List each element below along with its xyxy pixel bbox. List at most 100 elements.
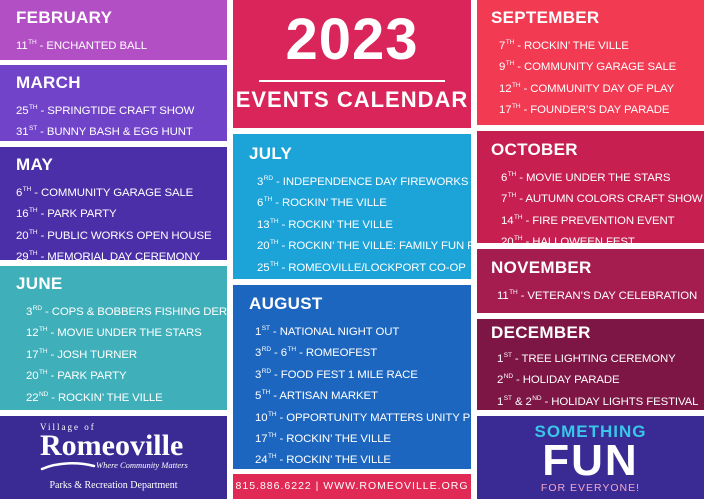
event-day: 17	[255, 433, 268, 446]
month-panel-june: JUNE 3RD - COPS & BOBBERS FISHING DERBY 1…	[0, 266, 227, 410]
event-day: 12	[26, 327, 39, 340]
event-name: ROCKIN’ THE VILLE	[288, 218, 393, 231]
event-item: 3RD - COPS & BOBBERS FISHING DERBY	[26, 300, 227, 321]
month-panel-may: MAY 6TH - COMMUNITY GARAGE SALE 16TH - PA…	[0, 147, 227, 260]
month-title: MARCH	[16, 73, 81, 92]
event-item: 29TH - ROCKIN’ THE VILLE: PRIDE	[26, 407, 227, 410]
event-day-suffix: TH	[38, 347, 48, 355]
contact-info: 815.886.6222 | WWW.ROMEOVILLE.ORG	[235, 480, 469, 492]
event-item: 20TH - PARK PARTY	[26, 369, 127, 383]
event-day-suffix: TH	[28, 104, 38, 111]
event-day: 12	[499, 82, 512, 95]
event-name: JOSH TURNER	[57, 348, 137, 361]
month-panel-february: FEBRUARY 11TH - ENCHANTED BALL	[0, 0, 227, 60]
event-name: HOLIDAY LIGHTS FESTIVAL	[551, 395, 699, 408]
logo-tagline: Where Community Matters	[96, 460, 188, 470]
event-day: 5	[255, 390, 262, 403]
event-name: ROCKIN’ THE VILLE	[286, 454, 391, 467]
event-list: 7TH - ROCKIN’ THE VILLE 9TH - COMMUNITY G…	[491, 34, 704, 125]
event-day: 17	[26, 348, 39, 361]
event-name: NATIONAL NIGHT OUT	[279, 326, 400, 338]
event-day: 1	[255, 326, 262, 338]
event-item: 22ND - HISPANIC HERITAGE CELEBRATION	[499, 120, 704, 126]
event-item: 25TH - ROMEOVILLE/LOCKPORT CO-OP	[257, 260, 466, 274]
event-item: 11TH - ENCHANTED BALL	[16, 39, 147, 52]
title-panel: 2023 EVENTS CALENDAR	[233, 0, 471, 128]
event-name: MOVIE UNDER THE STARS	[57, 327, 202, 340]
event-item: 20TH - HALLOWEEN FEST	[501, 230, 704, 243]
event-day-suffix: RD	[261, 346, 271, 354]
event-name: SPRINGTIDE CRAFT SHOW	[47, 105, 195, 117]
event-item: 9TH - COMMUNITY GARAGE SALE	[499, 60, 677, 74]
calendar-year: 2023	[285, 7, 419, 72]
event-name: MOVIE UNDER THE STARS	[526, 172, 671, 184]
event-day: 20	[26, 370, 39, 383]
event-day-suffix: TH	[511, 103, 521, 111]
event-item: 6TH - COMMUNITY GARAGE SALE	[16, 186, 194, 199]
event-item: 3RD - INDEPENDENCE DAY FIREWORKS	[257, 175, 469, 188]
event-day-end-suffix: TH	[287, 346, 297, 354]
event-name: COMMUNITY GARAGE SALE	[41, 187, 194, 199]
logo-name: Romeoville	[40, 429, 184, 462]
event-day: 1	[497, 395, 504, 408]
event-day-end: 6	[280, 347, 288, 360]
event-name: ROCKIN’ THE VILLE	[524, 40, 629, 52]
event-day-suffix: TH	[28, 207, 38, 215]
event-day: 22	[26, 391, 39, 404]
event-list: 25TH - SPRINGTIDE CRAFT SHOW 31ST - BUNNY…	[16, 99, 227, 141]
event-name: FOOD FEST 1 MILE RACE	[280, 368, 418, 381]
contact-bar: 815.886.6222 | WWW.ROMEOVILLE.ORG	[233, 474, 471, 499]
event-day-suffix: TH	[263, 196, 273, 204]
event-name: ARTISAN MARKET	[279, 390, 378, 403]
event-item: 7TH - ROCKIN’ THE VILLE	[499, 39, 629, 52]
event-list: 3RD - COPS & BOBBERS FISHING DERBY 12TH -…	[16, 300, 227, 410]
event-day: 6	[16, 187, 23, 199]
event-item: 12TH - MOVIE UNDER THE STARS	[26, 326, 202, 340]
event-item: 6TH - MOVIE UNDER THE STARS	[501, 171, 671, 184]
event-day: 7	[499, 40, 506, 52]
event-item: 1ST - TREE LIGHTING CEREMONY	[497, 352, 676, 365]
month-panel-august: AUGUST 1ST - NATIONAL NIGHT OUT 3RD - 6TH…	[233, 285, 471, 469]
event-item: 17TH - FOUNDER’S DAY PARADE	[499, 103, 670, 117]
event-day: 9	[499, 61, 506, 74]
event-name: HOLIDAY PARADE	[522, 374, 620, 387]
event-item: 13TH - ROCKIN’ THE VILLE	[257, 217, 393, 231]
event-day: 6	[501, 172, 508, 184]
event-day-suffix: TH	[267, 453, 277, 461]
month-panel-september: SEPTEMBER 7TH - ROCKIN’ THE VILLE 9TH - C…	[477, 0, 704, 125]
event-day-suffix: TH	[28, 250, 38, 258]
month-title: DECEMBER	[491, 323, 591, 342]
event-day-suffix: TH	[261, 389, 271, 397]
event-day: 13	[257, 218, 270, 231]
event-item: 6TH - ROCKIN’ THE VILLE	[257, 196, 387, 210]
event-day: 17	[499, 104, 512, 117]
event-day: 20	[501, 236, 514, 243]
event-item: 20TH - PUBLIC WORKS OPEN HOUSE	[16, 228, 212, 242]
event-name: COMMUNITY DAY OF PLAY	[530, 82, 675, 95]
event-list: 11TH - ENCHANTED BALL	[16, 34, 227, 55]
event-name: FIRE PREVENTION EVENT	[532, 214, 675, 227]
event-day-suffix: TH	[509, 289, 518, 296]
event-day: 3	[255, 368, 262, 381]
promo-line-3: FOR EVERYONE!	[540, 482, 641, 494]
event-item: 17TH - JOSH TURNER	[26, 347, 137, 361]
event-day-suffix: TH	[38, 326, 48, 334]
month-panel-december: DECEMBER 1ST - TREE LIGHTING CEREMONY 2ND…	[477, 319, 704, 410]
event-day-suffix: ND	[503, 373, 513, 381]
month-title: MAY	[16, 155, 54, 174]
event-day-suffix: RD	[261, 367, 271, 375]
month-title: FEBRUARY	[16, 8, 113, 27]
event-list: 1ST - TREE LIGHTING CEREMONY 2ND - HOLIDA…	[491, 347, 704, 410]
event-item: 7TH - AUTUMN COLORS CRAFT SHOW	[501, 192, 703, 206]
event-day-suffix: TH	[267, 410, 277, 418]
event-list: 6TH - COMMUNITY GARAGE SALE 16TH - PARK P…	[16, 181, 227, 260]
event-item: 27TH - ROCKIN’ THE VILLE	[257, 277, 471, 279]
event-day: 3	[26, 306, 33, 318]
event-list: 11TH - VETERAN’S DAY CELEBRATION	[491, 284, 704, 305]
month-panel-july: JULY 3RD - INDEPENDENCE DAY FIREWORKS 6TH…	[233, 134, 471, 279]
event-day-suffix: ST	[28, 125, 38, 133]
promo-line-2: FUN	[542, 436, 639, 485]
event-item: 12TH - COMMUNITY DAY OF PLAY	[499, 81, 675, 95]
event-name: COPS & BOBBERS FISHING DERBY	[51, 306, 227, 318]
event-day: 3	[255, 347, 262, 360]
